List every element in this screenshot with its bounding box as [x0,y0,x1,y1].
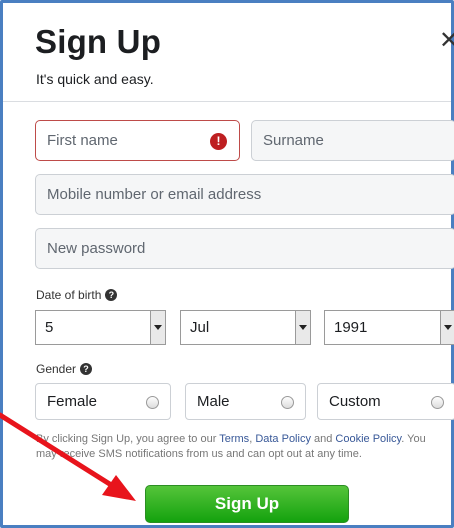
radio-button[interactable] [431,396,444,409]
gender-option-label: Male [197,393,230,410]
chevron-down-icon[interactable] [440,311,454,344]
gender-option-male[interactable]: Male [185,383,306,420]
gender-option-female[interactable]: Female [35,383,171,420]
dob-month-value: Jul [190,319,210,336]
dob-day-value: 5 [45,319,54,336]
data-policy-link[interactable]: Data Policy [255,433,311,445]
dob-day-select[interactable]: 5 [35,310,166,345]
password-placeholder: New password [47,240,146,257]
gender-label: Gender ? [36,362,93,376]
dob-year-value: 1991 [334,319,368,336]
contact-placeholder: Mobile number or email address [47,186,262,203]
close-icon[interactable]: ✕ [439,29,454,53]
cookie-policy-link[interactable]: Cookie Policy [335,433,401,445]
dob-label-text: Date of birth [36,288,102,302]
signup-dialog: Sign Up It's quick and easy. ✕ First nam… [0,0,454,528]
help-icon[interactable]: ? [105,289,118,301]
terms-sep: and [310,433,336,445]
chevron-down-icon[interactable] [295,311,310,344]
password-field[interactable]: New password [35,228,454,269]
dialog-subtitle: It's quick and easy. [36,71,154,87]
dialog-title: Sign Up [35,23,162,60]
radio-button[interactable] [281,396,294,409]
signup-button[interactable]: Sign Up [145,485,349,523]
dialog-header: Sign Up It's quick and easy. ✕ [3,3,454,102]
first-name-placeholder: First name [47,132,118,149]
surname-field[interactable]: Surname [251,120,454,161]
gender-option-label: Female [47,393,98,410]
dob-label: Date of birth ? [36,288,118,302]
surname-placeholder: Surname [263,132,324,149]
terms-notice: By clicking Sign Up, you agree to our Te… [36,432,444,462]
contact-field[interactable]: Mobile number or email address [35,174,454,215]
dob-year-select[interactable]: 1991 [324,310,454,345]
radio-button[interactable] [146,396,159,409]
gender-option-label: Custom [329,393,381,410]
error-icon: ! [210,133,227,150]
gender-option-custom[interactable]: Custom [317,383,454,420]
chevron-down-icon[interactable] [150,311,165,344]
terms-prefix: By clicking Sign Up, you agree to our [36,433,220,445]
dob-month-select[interactable]: Jul [180,310,311,345]
first-name-field[interactable]: First name ! [35,120,240,161]
help-icon[interactable]: ? [80,363,93,375]
terms-link[interactable]: Terms [219,433,249,445]
gender-label-text: Gender [36,362,77,376]
